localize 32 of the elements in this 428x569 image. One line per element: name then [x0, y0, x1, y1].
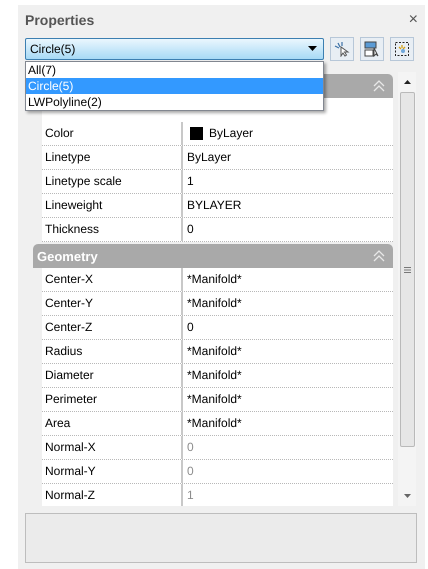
window-cursor-icon	[364, 40, 380, 56]
property-value[interactable]: *Manifold*	[187, 388, 242, 411]
property-value[interactable]: *Manifold*	[187, 412, 242, 435]
dashed-selection-icon	[394, 40, 410, 56]
property-value[interactable]: *Manifold*	[187, 268, 242, 291]
property-label: Thickness	[42, 218, 183, 241]
property-value[interactable]: 0	[187, 218, 194, 241]
panel-title: Properties	[25, 12, 94, 28]
dropdown-option[interactable]: All(7)	[26, 62, 323, 78]
scroll-down-icon[interactable]	[404, 494, 410, 498]
section-title: Geometry	[37, 248, 98, 264]
property-value[interactable]: 0	[187, 316, 194, 339]
scroll-up-icon[interactable]	[404, 80, 410, 84]
scrollbar[interactable]	[398, 72, 416, 506]
property-value[interactable]: ByLayer	[187, 146, 232, 169]
toggle-pickadd-button[interactable]	[360, 36, 384, 60]
property-value[interactable]: BYLAYER	[187, 194, 242, 217]
property-value[interactable]: 1	[187, 170, 194, 193]
property-label: Normal-Z	[42, 484, 183, 506]
select-objects-button[interactable]	[330, 36, 354, 60]
quick-select-button[interactable]	[390, 36, 414, 60]
sparkle-cursor-icon	[334, 40, 350, 56]
close-button[interactable]: ×	[408, 11, 418, 29]
scroll-thumb[interactable]	[400, 92, 414, 447]
property-value[interactable]: *Manifold*	[187, 364, 242, 387]
property-value[interactable]: *Manifold*	[187, 340, 242, 363]
property-value[interactable]: ByLayer	[209, 122, 254, 145]
dropdown-arrow-icon	[308, 46, 317, 51]
property-value[interactable]: *Manifold*	[187, 292, 242, 315]
dropdown-option[interactable]: LWPolyline(2)	[26, 94, 323, 110]
object-type-dropdown[interactable]: Circle(5)	[25, 38, 324, 60]
grip-icon	[404, 266, 410, 272]
